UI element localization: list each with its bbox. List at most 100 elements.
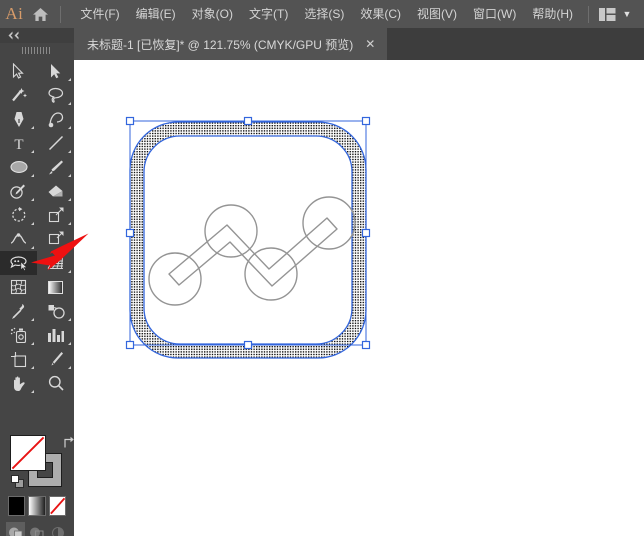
artboard-tool[interactable] [0,347,37,371]
mesh-tool[interactable] [0,275,37,299]
tool-flyout-indicator[interactable] [68,78,71,81]
magic-wand-tool[interactable] [0,83,37,107]
menu-divider [59,5,61,23]
color-mode-button[interactable] [8,496,26,516]
menu-select[interactable]: 选择(S) [296,0,352,28]
menu-object[interactable]: 对象(O) [184,0,241,28]
selection-handle-bl [125,340,135,350]
document-tab-title: 未标题-1 [已恢复]* @ 121.75% (CMYK/GPU 预览) [87,37,354,52]
symbol-sprayer-tool[interactable] [0,323,37,347]
document-tab[interactable]: 未标题-1 [已恢复]* @ 121.75% (CMYK/GPU 预览) ✕ [74,28,388,60]
tool-flyout-indicator[interactable] [68,342,71,345]
column-graph-tool[interactable] [37,323,74,347]
paintbrush-tool[interactable] [37,155,74,179]
shaper-tool[interactable] [0,179,37,203]
tool-flyout-indicator[interactable] [68,366,71,369]
tool-flyout-indicator[interactable] [31,126,34,129]
illustrator-window: Ai 文件(F) 编辑(E) 对象(O) 文字(T) 选择(S) 效果(C) 视… [0,0,644,536]
tool-flyout-indicator[interactable] [31,366,34,369]
menu-effect[interactable]: 效果(C) [352,0,409,28]
slice-tool[interactable] [37,347,74,371]
drawing-mode-buttons [6,522,68,536]
tool-flyout-indicator[interactable] [31,222,34,225]
free-transform-tool[interactable] [37,227,74,251]
selection-handle-bc [243,340,253,350]
tool-row: T [0,131,74,155]
tool-flyout-indicator[interactable] [31,198,34,201]
hand-tool[interactable] [0,371,37,395]
blend-tool[interactable] [37,299,74,323]
perspective-grid-tool[interactable] [37,251,74,275]
line-segment-tool[interactable] [37,131,74,155]
workspace-switcher-icon[interactable] [596,0,618,28]
rotate-tool[interactable] [0,203,37,227]
menu-bar-right: ▼ [581,0,644,28]
tool-flyout-indicator[interactable] [31,174,34,177]
width-tool[interactable] [0,227,37,251]
draw-normal-button[interactable] [6,522,26,536]
menu-window[interactable]: 窗口(W) [465,0,524,28]
type-tool[interactable]: T [0,131,37,155]
menu-edit[interactable]: 编辑(E) [128,0,184,28]
tool-flyout-indicator[interactable] [31,342,34,345]
tool-flyout-indicator[interactable] [31,150,34,153]
menu-file[interactable]: 文件(F) [72,0,127,28]
menu-view[interactable]: 视图(V) [409,0,465,28]
tool-flyout-indicator[interactable] [68,222,71,225]
tool-flyout-indicator[interactable] [31,390,34,393]
tool-row [0,251,74,275]
scale-tool[interactable] [37,203,74,227]
none-slash-icon [11,436,45,470]
tool-row [0,203,74,227]
gradient-mode-button[interactable] [28,496,46,516]
tool-row [0,227,74,251]
menu-type[interactable]: 文字(T) [241,0,296,28]
double-chevron-left-icon [8,31,19,40]
none-mode-button[interactable] [48,496,66,516]
tool-row [0,107,74,131]
shape-builder-tool[interactable] [0,251,37,275]
artboard-canvas[interactable] [74,60,644,536]
tool-flyout-indicator[interactable] [68,174,71,177]
tool-flyout-indicator[interactable] [68,126,71,129]
close-icon[interactable]: ✕ [364,38,376,50]
chevron-down-icon[interactable]: ▼ [618,0,636,28]
zoom-tool[interactable] [37,371,74,395]
draw-behind-button[interactable] [27,522,46,536]
swap-fill-stroke-icon[interactable] [62,435,76,449]
tool-flyout-indicator[interactable] [68,270,71,273]
selection-tool[interactable] [0,59,37,83]
collapse-panel-button[interactable] [0,28,74,43]
gradient-tool[interactable] [37,275,74,299]
lasso-tool[interactable] [37,83,74,107]
panel-drag-handle[interactable] [0,43,74,57]
home-icon[interactable] [29,0,53,28]
tool-flyout-indicator[interactable] [68,318,71,321]
pen-tool[interactable] [0,107,37,131]
tools-list: T [0,59,74,395]
selection-handle-tl [125,116,135,126]
tool-row [0,371,74,395]
tool-flyout-indicator[interactable] [31,318,34,321]
eyedropper-tool[interactable] [0,299,37,323]
tools-panel: T [0,28,74,536]
eraser-tool[interactable] [37,179,74,203]
color-controls [0,430,74,536]
direct-selection-tool[interactable] [37,59,74,83]
tool-flyout-indicator[interactable] [68,246,71,249]
none-slash-icon [49,497,65,515]
draw-inside-button[interactable] [49,522,68,536]
color-mode-buttons [8,496,66,516]
tool-row [0,275,74,299]
tool-flyout-indicator[interactable] [68,102,71,105]
tool-flyout-indicator[interactable] [68,198,71,201]
artwork-dotted-band [130,122,366,358]
ellipse-tool[interactable] [0,155,37,179]
default-fill-stroke-icon[interactable] [11,475,25,489]
curvature-tool[interactable] [37,107,74,131]
tool-flyout-indicator[interactable] [31,246,34,249]
menu-help[interactable]: 帮助(H) [524,0,581,28]
tool-flyout-indicator[interactable] [68,150,71,153]
menu-bar: Ai 文件(F) 编辑(E) 对象(O) 文字(T) 选择(S) 效果(C) 视… [0,0,644,28]
fill-swatch[interactable] [10,435,46,471]
